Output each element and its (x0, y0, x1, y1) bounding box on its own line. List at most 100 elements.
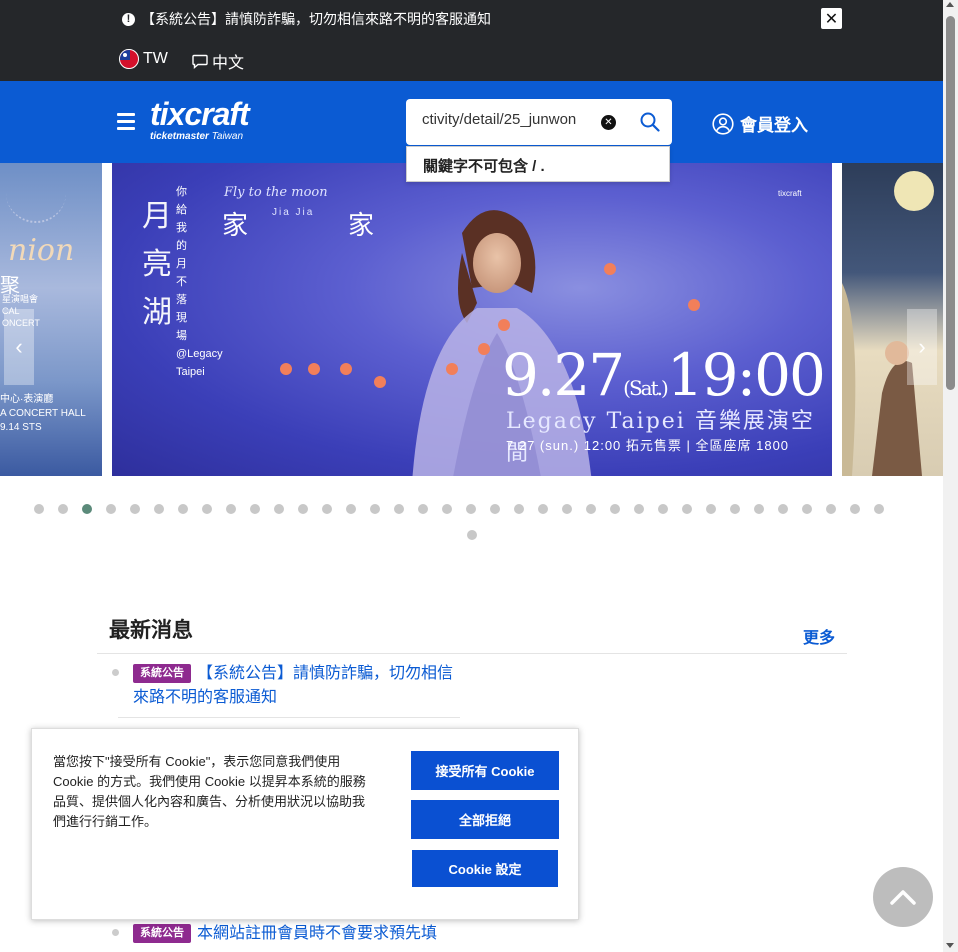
prev-slide-brand: STS (22, 422, 42, 433)
carousel-dot[interactable] (418, 504, 428, 514)
system-notice[interactable]: ! 【系統公告】請慎防詐騙，切勿相信來路不明的客服通知 (122, 9, 491, 29)
carousel-dot[interactable] (130, 504, 140, 514)
news-item-body[interactable]: 系統公告 【系統公告】請慎防詐騙，切勿相信來路不明的客服通知 (133, 662, 453, 710)
page-scrollbar[interactable] (943, 0, 958, 952)
scroll-up-arrow[interactable] (946, 2, 954, 7)
slide-day: (Sat.) (623, 376, 669, 400)
cookie-message: 當您按下"接受所有 Cookie"，表示您同意我們使用 Cookie 的方式。我… (53, 754, 366, 829)
carousel-dot[interactable] (682, 504, 692, 514)
back-to-top-button[interactable] (873, 867, 933, 927)
carousel-dot[interactable] (34, 504, 44, 514)
slide-date-value: 9.27 (502, 341, 625, 409)
news-item-text: 本網站註冊會員時不會要求預先填 (197, 925, 438, 942)
carousel-dot[interactable] (298, 504, 308, 514)
slide-date: 9.27(Sat.)19:00 (502, 341, 826, 409)
carousel-dot[interactable] (82, 504, 92, 514)
slide-partner-logos: tixcraft (778, 189, 802, 198)
search-box: ✕ (406, 99, 672, 145)
moon-phase-4 (374, 376, 386, 388)
search-input[interactable] (422, 111, 598, 128)
carousel-dot[interactable] (106, 504, 116, 514)
carousel-dot[interactable] (730, 504, 740, 514)
carousel-dot[interactable] (778, 504, 788, 514)
reject-all-cookies-button[interactable]: 全部拒絕 (411, 800, 559, 839)
carousel-dot[interactable] (346, 504, 356, 514)
prev-slide-date: 9.14 (0, 422, 20, 433)
cookie-settings-button[interactable]: Cookie 設定 (412, 850, 558, 887)
moon-phase-9 (604, 263, 616, 275)
carousel-dot[interactable] (370, 504, 380, 514)
news-more-link[interactable]: 更多 (803, 624, 835, 648)
carousel-dot[interactable] (538, 504, 548, 514)
login-button[interactable]: 會員登入 (712, 111, 808, 136)
carousel-dot[interactable] (178, 504, 188, 514)
carousel-dot[interactable] (490, 504, 500, 514)
carousel-dot[interactable] (826, 504, 836, 514)
logo-sub-brand: ticketmaster (150, 131, 209, 142)
news-section-title: 最新消息 (109, 619, 193, 642)
close-icon: ✕ (824, 10, 839, 28)
close-notice-button[interactable]: ✕ (821, 8, 842, 29)
news-tag: 系統公告 (133, 664, 191, 683)
moon-phase-7 (498, 319, 510, 331)
scroll-down-arrow[interactable] (946, 943, 954, 948)
banner-carousel: nion 聚 星演唱會 CAL ONCERT 中心·表演廳 A CONCERT … (0, 163, 943, 476)
carousel-dot[interactable] (466, 504, 476, 514)
logo-sub-region: Taiwan (211, 131, 244, 142)
moon-phase-3 (340, 363, 352, 375)
search-icon[interactable] (640, 112, 660, 132)
news-item-body[interactable]: 系統公告 本網站註冊會員時不會要求預先填 (133, 922, 453, 946)
slide-artist-char-2: 家 (348, 211, 375, 241)
carousel-dot[interactable] (610, 504, 620, 514)
moon-phase-1 (280, 363, 292, 375)
list-bullet (112, 669, 119, 676)
system-notice-text: 【系統公告】請慎防詐騙，切勿相信來路不明的客服通知 (141, 11, 491, 27)
search-error-message: 關鍵字不可包含 / . (406, 146, 670, 182)
carousel-dot[interactable] (874, 504, 884, 514)
announcement-bar: ! 【系統公告】請慎防詐騙，切勿相信來路不明的客服通知 ✕ TW 中文 (0, 0, 943, 81)
moon-phase-8 (688, 299, 700, 311)
carousel-dot[interactable] (250, 504, 260, 514)
carousel-dot[interactable] (658, 504, 668, 514)
clear-circle-icon[interactable]: ✕ (601, 115, 616, 130)
carousel-dot[interactable] (202, 504, 212, 514)
carousel-prev-button[interactable]: ‹ (4, 309, 34, 385)
region-selector[interactable]: TW (119, 49, 168, 69)
carousel-dot[interactable] (706, 504, 716, 514)
prev-slide-venue-zh: 中心·表演廳 (0, 394, 54, 405)
tixcraft-logo[interactable]: tixcraft ticketmaster Taiwan (150, 98, 250, 142)
carousel-dot[interactable] (514, 504, 524, 514)
prev-slide-line1: 星演唱會 (2, 294, 39, 304)
chandelier-graphic (6, 163, 66, 223)
carousel-dot[interactable] (226, 504, 236, 514)
prev-slide-title: nion (8, 233, 75, 268)
carousel-slide-active[interactable]: 月亮湖 你給我的月不落現場@Legacy Taipei Fly to the m… (112, 163, 832, 476)
chat-bubble-icon (192, 54, 208, 69)
accept-all-cookies-button[interactable]: 接受所有 Cookie (411, 751, 559, 790)
carousel-dot[interactable] (634, 504, 644, 514)
news-divider (97, 653, 847, 654)
carousel-dot[interactable] (562, 504, 572, 514)
region-label: TW (143, 50, 168, 67)
carousel-dot[interactable] (850, 504, 860, 514)
chevron-up-icon (890, 890, 916, 905)
carousel-dot[interactable] (754, 504, 764, 514)
taiwan-flag-icon (119, 49, 139, 69)
carousel-dot[interactable] (586, 504, 596, 514)
carousel-dot[interactable] (154, 504, 164, 514)
scrollbar-thumb[interactable] (946, 16, 955, 390)
moon-phase-6 (478, 343, 490, 355)
language-label: 中文 (212, 55, 245, 72)
carousel-dot[interactable] (467, 530, 477, 540)
slide-vertical-title: 月亮湖 (142, 199, 172, 330)
carousel-dot[interactable] (442, 504, 452, 514)
hamburger-menu-icon[interactable] (117, 113, 135, 130)
carousel-next-button[interactable]: › (907, 309, 937, 385)
carousel-dot[interactable] (394, 504, 404, 514)
carousel-dot[interactable] (802, 504, 812, 514)
carousel-dot[interactable] (322, 504, 332, 514)
carousel-dot[interactable] (58, 504, 68, 514)
carousel-dot[interactable] (274, 504, 284, 514)
language-selector[interactable]: 中文 (192, 49, 244, 73)
slide-vertical-subtitle: 你給我的月不落現場@Legacy Taipei (176, 186, 223, 378)
